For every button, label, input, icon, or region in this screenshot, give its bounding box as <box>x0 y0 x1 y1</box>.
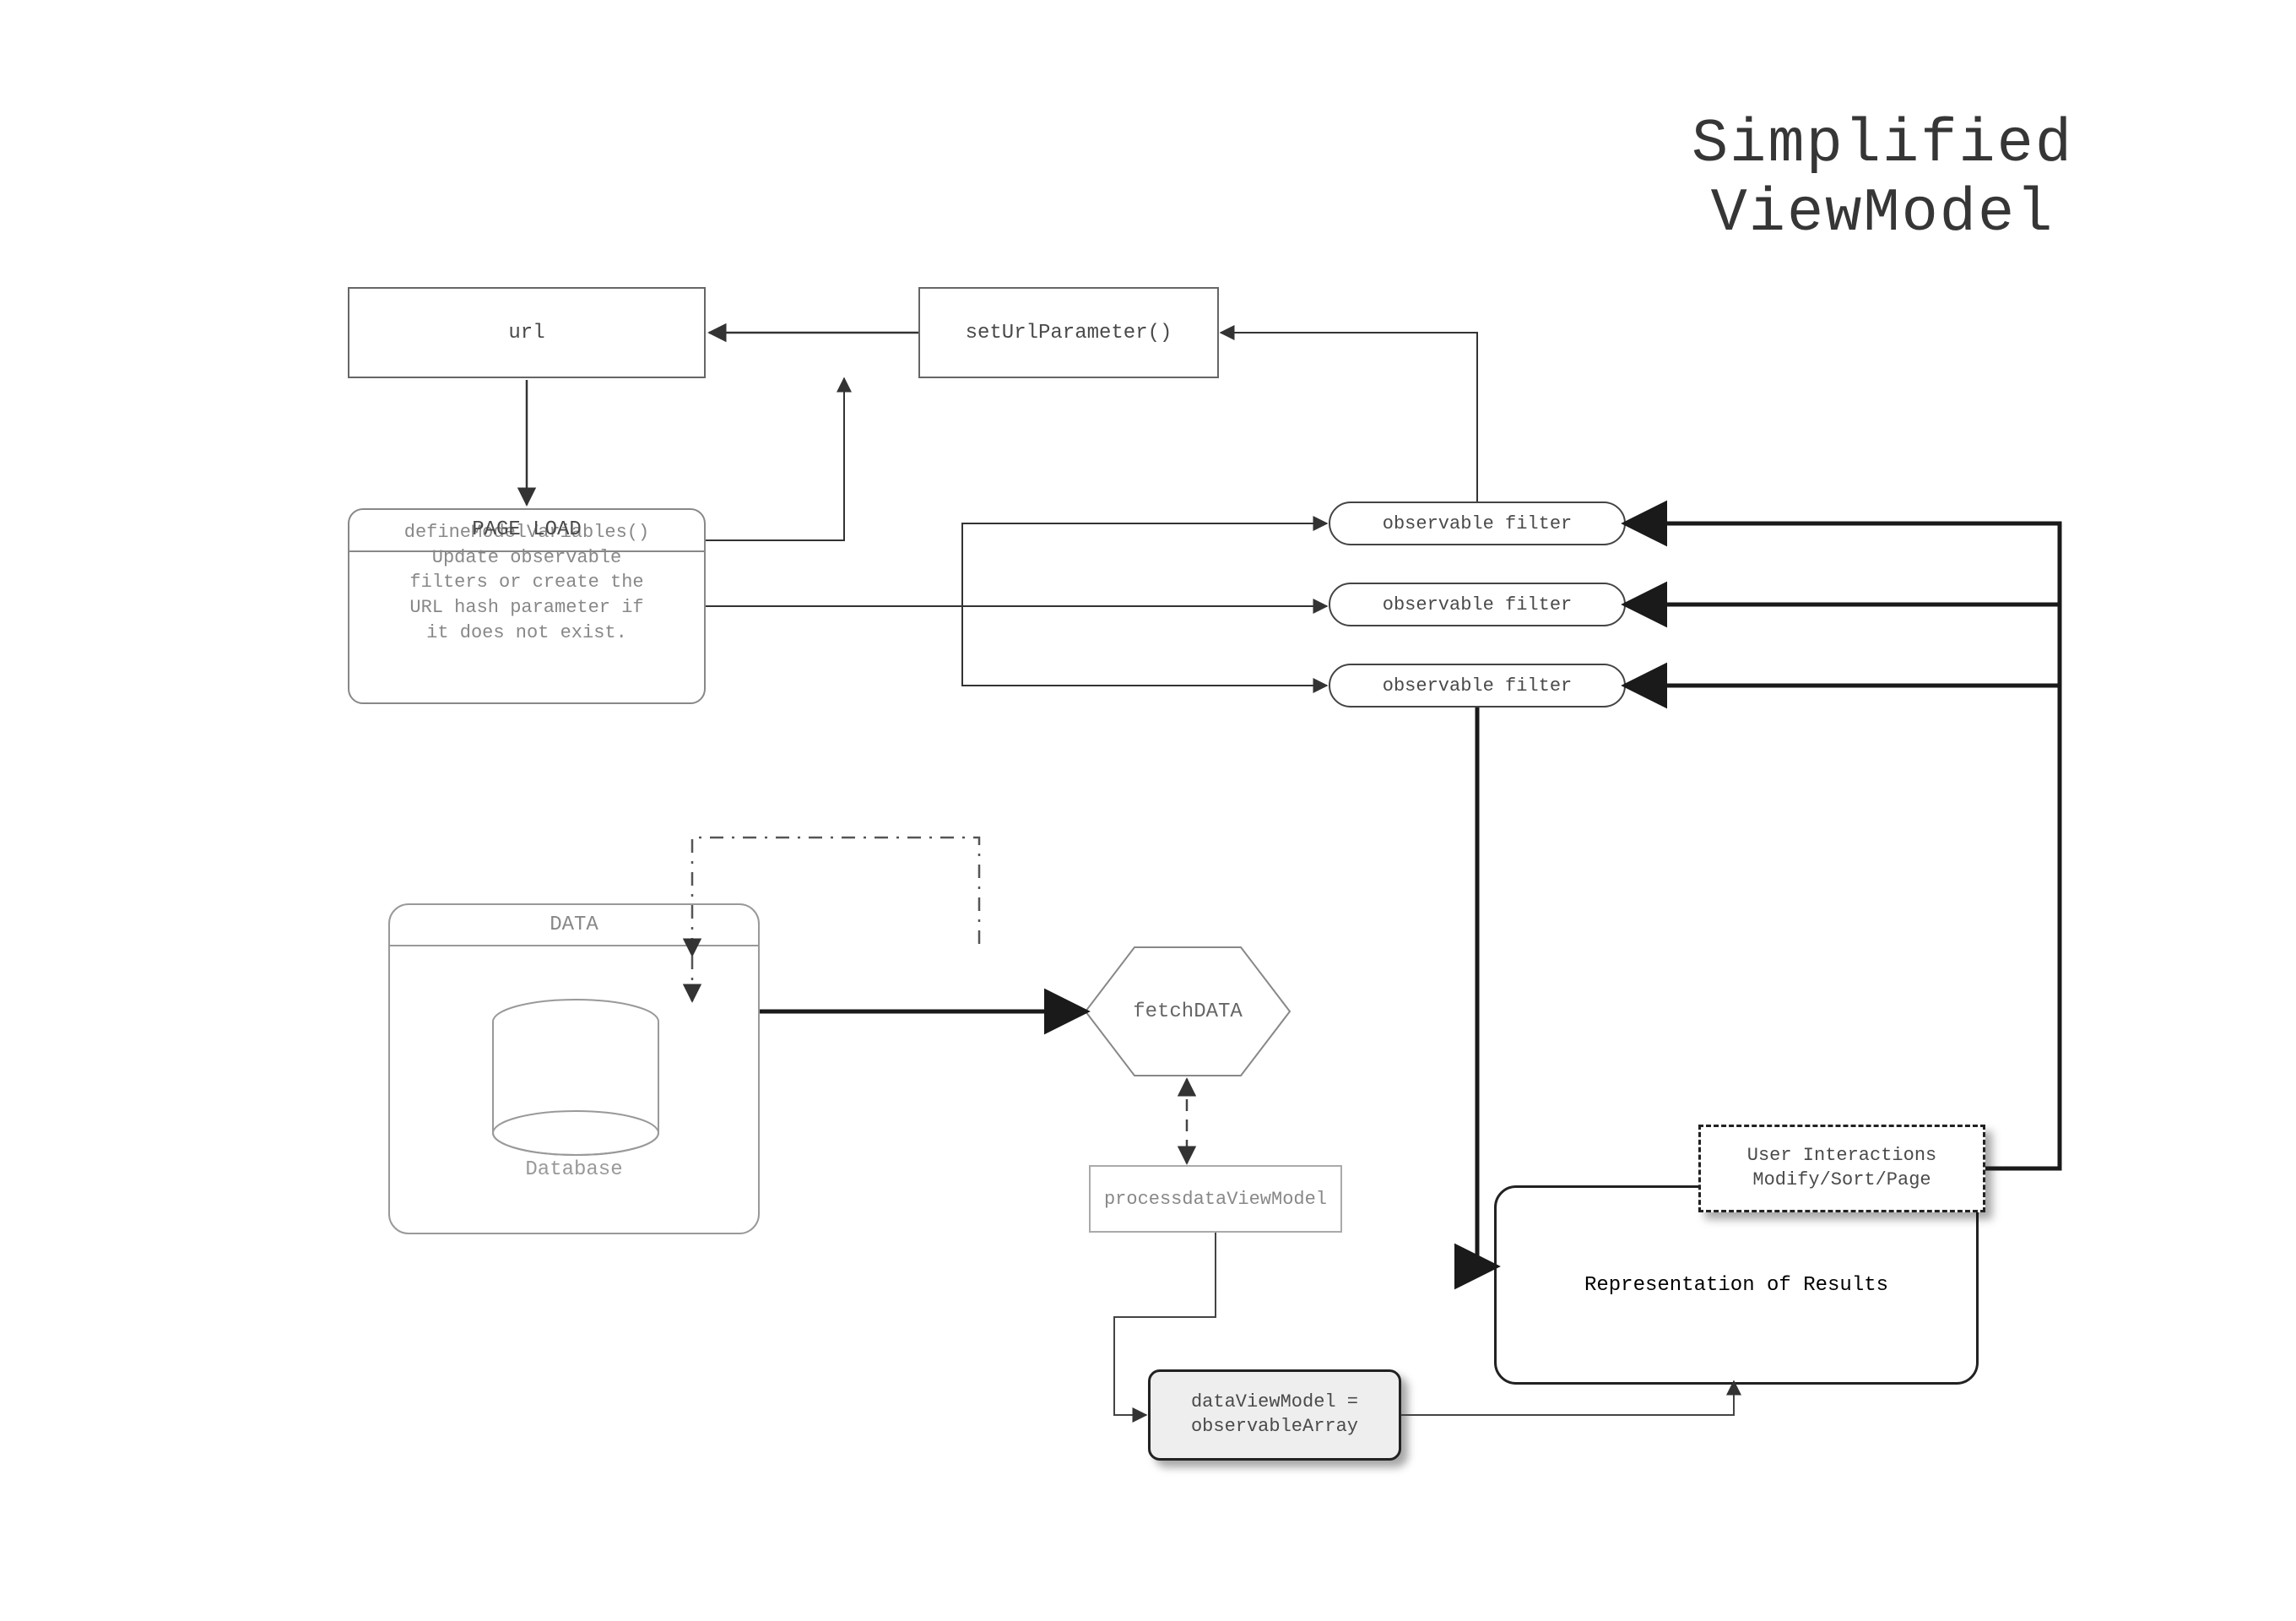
diagram-canvas: Simplified ViewModel url setUrlParameter… <box>0 0 2296 1621</box>
connectors <box>0 0 2296 1621</box>
